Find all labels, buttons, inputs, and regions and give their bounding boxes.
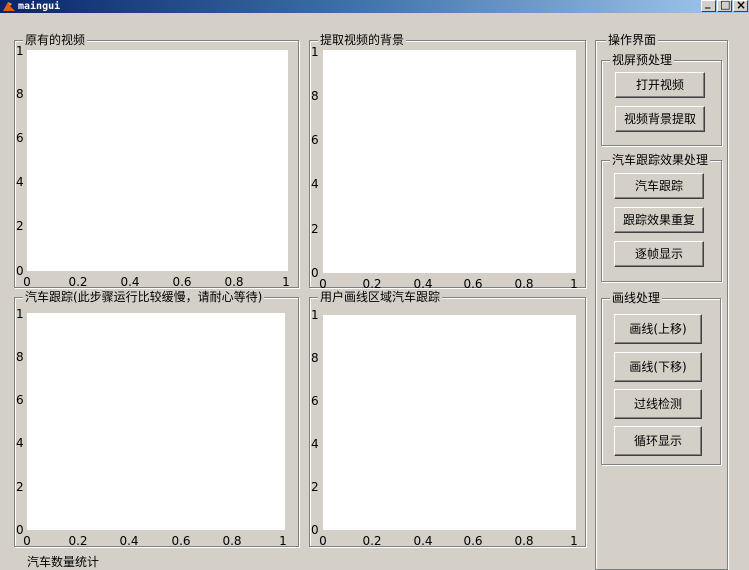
x-tick-label: 1 bbox=[570, 277, 578, 291]
y-tick-label: 6 bbox=[311, 133, 319, 147]
line-down-button[interactable]: 画线(下移) bbox=[614, 352, 702, 382]
y-tick-label: 6 bbox=[16, 131, 24, 145]
line-processing-title: 画线处理 bbox=[610, 290, 663, 306]
x-tick-label: 0.4 bbox=[413, 534, 433, 548]
x-tick-label: 0.6 bbox=[172, 275, 192, 289]
y-tick-label: 2 bbox=[311, 222, 319, 236]
background-axes[interactable] bbox=[323, 50, 576, 273]
x-tick-label: 0.2 bbox=[68, 275, 88, 289]
y-tick-label: 4 bbox=[16, 175, 24, 189]
close-icon: × bbox=[736, 0, 747, 12]
x-tick-label: 1 bbox=[570, 534, 578, 548]
car-count-label: 汽车数量统计 bbox=[27, 555, 100, 569]
x-tick-label: 0.8 bbox=[514, 277, 534, 291]
panel-title: 提取视频的背景 bbox=[318, 32, 407, 48]
y-tick-label: 6 bbox=[16, 393, 24, 407]
extract-background-button[interactable]: 视频背景提取 bbox=[615, 106, 705, 132]
tracking-effect-title: 汽车跟踪效果处理 bbox=[610, 152, 711, 168]
panel-title: 汽车跟踪(此步骤运行比较缓慢，请耐心等待) bbox=[23, 289, 265, 305]
y-tick-label: 4 bbox=[311, 437, 319, 451]
minimize-button[interactable]: _ bbox=[701, 0, 716, 12]
y-tick-label: 1 bbox=[311, 308, 319, 322]
operation-panel-title: 操作界面 bbox=[606, 32, 659, 48]
line-up-button[interactable]: 画线(上移) bbox=[614, 314, 702, 344]
y-tick-label: 8 bbox=[16, 87, 24, 101]
open-video-button[interactable]: 打开视频 bbox=[615, 72, 705, 98]
repeat-effect-button[interactable]: 跟踪效果重复 bbox=[614, 207, 704, 233]
x-tick-label: 0.8 bbox=[222, 534, 242, 548]
x-tick-label: 0.6 bbox=[171, 534, 191, 548]
x-tick-label: 0 bbox=[319, 534, 327, 548]
original-video-axes[interactable] bbox=[27, 50, 288, 271]
x-tick-label: 0 bbox=[23, 275, 31, 289]
loop-display-button[interactable]: 循环显示 bbox=[614, 426, 702, 456]
y-tick-label: 1 bbox=[16, 44, 24, 58]
maximize-button[interactable]: □ bbox=[717, 0, 732, 12]
x-tick-label: 0.2 bbox=[362, 534, 382, 548]
y-tick-label: 2 bbox=[16, 480, 24, 494]
y-tick-label: 8 bbox=[311, 351, 319, 365]
minimize-icon: _ bbox=[705, 0, 711, 9]
x-tick-label: 0.6 bbox=[463, 534, 483, 548]
y-tick-label: 6 bbox=[311, 394, 319, 408]
title-bar[interactable]: maingui _ □ × bbox=[0, 0, 749, 13]
matlab-logo-icon bbox=[3, 2, 15, 11]
x-tick-label: 0.4 bbox=[120, 275, 140, 289]
video-preprocess-title: 视屏预处理 bbox=[610, 52, 675, 68]
x-tick-label: 0.6 bbox=[463, 277, 483, 291]
x-tick-label: 1 bbox=[282, 275, 290, 289]
x-tick-label: 0.8 bbox=[224, 275, 244, 289]
x-tick-label: 1 bbox=[279, 534, 287, 548]
x-tick-label: 0.2 bbox=[68, 534, 88, 548]
x-tick-label: 0 bbox=[23, 534, 31, 548]
x-tick-label: 0.2 bbox=[362, 277, 382, 291]
frame-by-frame-button[interactable]: 逐帧显示 bbox=[614, 241, 704, 267]
panel-title: 原有的视频 bbox=[23, 32, 88, 48]
y-tick-label: 2 bbox=[16, 219, 24, 233]
y-tick-label: 4 bbox=[311, 177, 319, 191]
x-tick-label: 0.8 bbox=[514, 534, 534, 548]
x-tick-label: 0.4 bbox=[413, 277, 433, 291]
crossing-detect-button[interactable]: 过线检测 bbox=[614, 389, 702, 419]
x-tick-label: 0.4 bbox=[119, 534, 139, 548]
maximize-icon: □ bbox=[720, 0, 731, 11]
y-tick-label: 8 bbox=[311, 89, 319, 103]
close-button[interactable]: × bbox=[733, 0, 748, 12]
x-tick-label: 0 bbox=[319, 277, 327, 291]
line-area-tracking-axes[interactable] bbox=[323, 315, 576, 530]
window-title: maingui bbox=[18, 1, 61, 12]
y-tick-label: 4 bbox=[16, 436, 24, 450]
y-tick-label: 1 bbox=[311, 45, 319, 59]
panel-title: 用户画线区域汽车跟踪 bbox=[318, 289, 443, 305]
car-tracking-button[interactable]: 汽车跟踪 bbox=[614, 173, 704, 199]
y-tick-label: 2 bbox=[311, 480, 319, 494]
y-tick-label: 1 bbox=[16, 307, 24, 321]
car-tracking-axes[interactable] bbox=[27, 313, 285, 530]
y-tick-label: 8 bbox=[16, 350, 24, 364]
